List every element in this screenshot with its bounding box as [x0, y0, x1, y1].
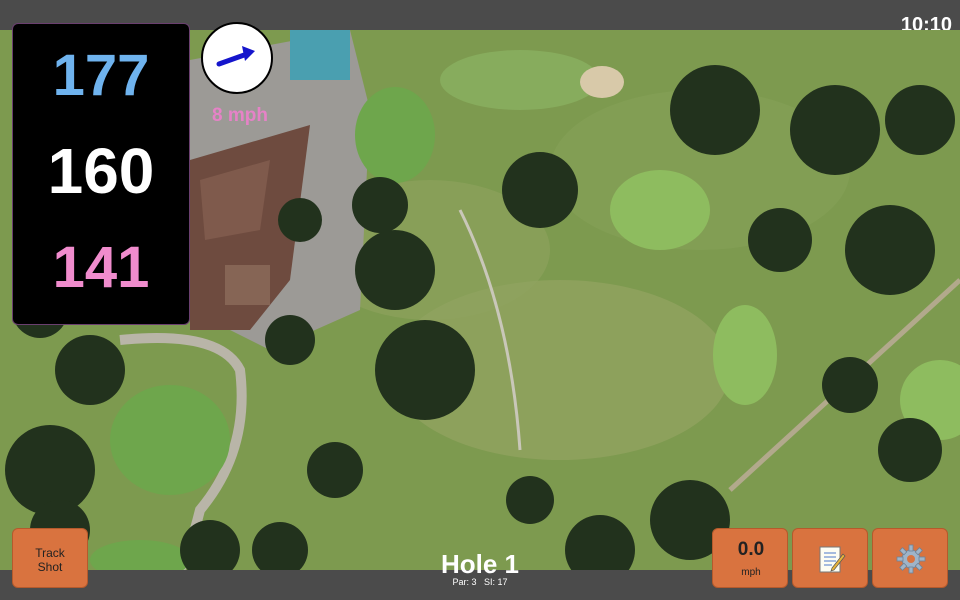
wind-speed: 8 mph [212, 105, 268, 126]
back-yardage: 177 [52, 43, 150, 108]
speed-unit: mph [741, 567, 761, 578]
yardage-panel: 177 160 141 [12, 23, 190, 325]
speed-value: 0.0 [737, 539, 765, 560]
hole-par: Par: 3 [452, 577, 477, 587]
wind-arrow-icon [216, 46, 255, 67]
hole-meta: Par: 3 SI: 17 [380, 577, 580, 587]
front-yardage: 141 [52, 235, 150, 300]
settings-button[interactable] [872, 528, 948, 588]
hole-stroke-index: SI: 17 [484, 577, 508, 587]
notes-button[interactable] [792, 528, 868, 588]
track-shot-button[interactable]: Track Shot [12, 528, 88, 588]
center-yardage: 160 [47, 135, 155, 207]
notepad-icon [819, 546, 846, 573]
hole-title: Hole 1 [440, 549, 520, 579]
wind-dial [201, 22, 273, 94]
gear-icon [896, 544, 926, 574]
shot-speed-button[interactable]: 0.0 mph [712, 528, 788, 588]
